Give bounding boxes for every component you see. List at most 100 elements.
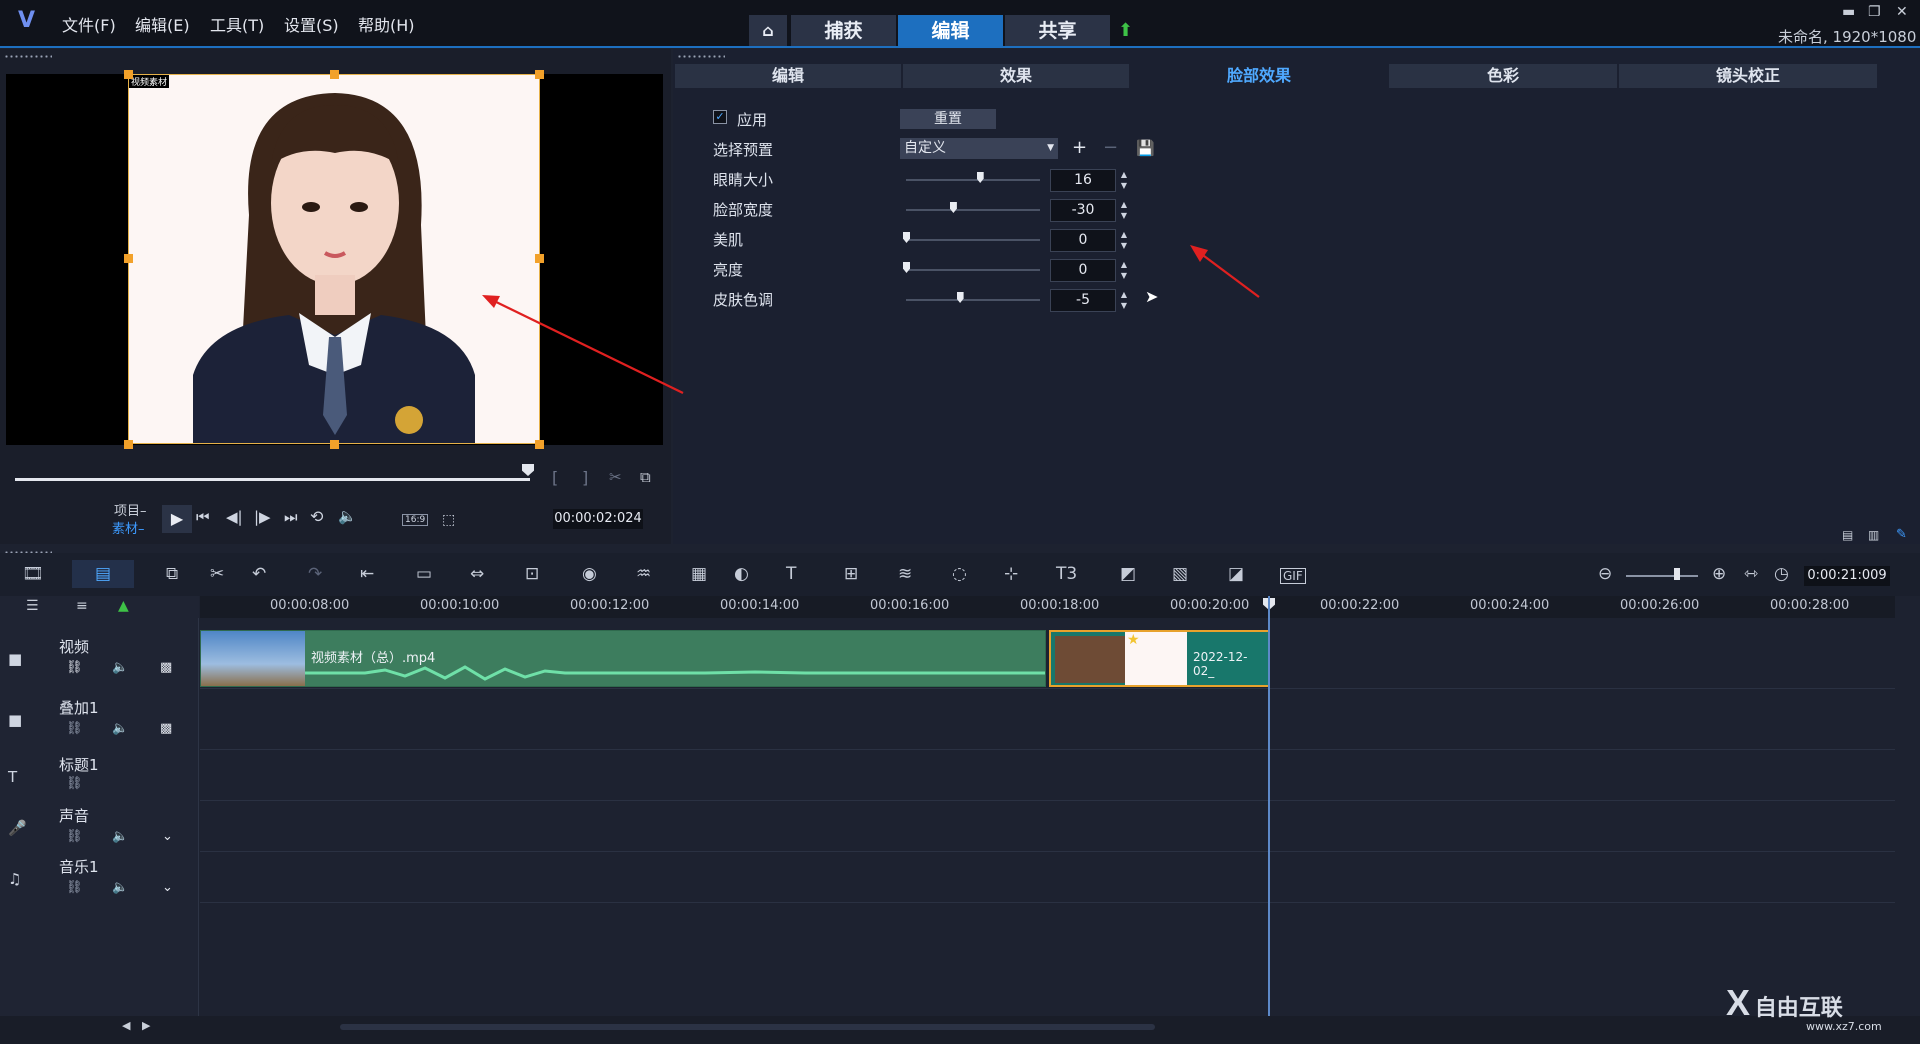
volume-icon[interactable]: 🔈 <box>338 507 357 525</box>
add-track-icon[interactable]: ▲ <box>118 598 129 614</box>
track-list-icon[interactable]: ☰ <box>26 598 39 614</box>
track-settings-icon[interactable]: ≡ <box>76 598 88 614</box>
fit-project-icon[interactable]: ⇤ <box>360 564 374 584</box>
move-icon[interactable]: ⊡ <box>525 564 539 584</box>
overlay-track-row[interactable] <box>200 689 1895 750</box>
next-frame-icon[interactable]: |▶ <box>254 508 271 526</box>
mute-icon[interactable]: 🔈 <box>112 880 128 895</box>
track-name-overlay[interactable]: 叠加1 <box>59 697 99 718</box>
tab-lens-correction[interactable]: 镜头校正 <box>1619 64 1877 88</box>
menu-file[interactable]: 文件(F) <box>62 12 116 36</box>
multicam-icon[interactable]: ▦ <box>691 564 707 584</box>
menu-edit[interactable]: 编辑(E) <box>135 12 190 36</box>
resize-handle[interactable] <box>330 70 339 79</box>
split-screen-icon[interactable]: ⊞ <box>844 564 858 584</box>
resize-handle[interactable] <box>330 440 339 449</box>
timeline-scrollbar[interactable] <box>340 1024 1155 1030</box>
home-button[interactable]: ⌂ <box>749 15 787 47</box>
track-name-music[interactable]: 音乐1 <box>59 856 99 877</box>
repeat-icon[interactable]: ⟲ <box>310 507 323 526</box>
photo-clip[interactable]: ★ 2022-12-02_ <box>1049 630 1270 687</box>
resize-handle[interactable] <box>124 254 133 263</box>
home-start-icon[interactable]: ⏮ <box>196 508 210 526</box>
face-slider-track[interactable] <box>906 209 1040 211</box>
face-value-input[interactable]: 16 <box>1050 169 1116 192</box>
mute-icon[interactable]: 🔈 <box>112 721 128 736</box>
video-clip[interactable]: 视频素材（总）.mp4 <box>200 630 1046 687</box>
copy-attributes-icon[interactable]: ⧉ <box>166 564 178 584</box>
track-name-title[interactable]: 标题1 <box>59 754 99 775</box>
face-slider-track[interactable] <box>906 179 1040 181</box>
speed-icon[interactable]: ▧ <box>1172 564 1188 584</box>
gif-icon[interactable]: GIF <box>1280 568 1306 584</box>
link-icon[interactable]: ⛓ <box>66 776 83 791</box>
grid-icon[interactable]: ▩ <box>160 660 172 675</box>
timecode-display[interactable]: 00:00:02:024 <box>553 509 643 529</box>
upload-icon[interactable]: ⬆ <box>1118 20 1133 41</box>
mute-icon[interactable]: 🔈 <box>112 829 128 844</box>
add-preset-icon[interactable]: + <box>1072 137 1087 158</box>
tab-edit[interactable]: 编辑 <box>898 15 1003 47</box>
remove-preset-icon[interactable]: − <box>1103 137 1118 158</box>
undo-icon[interactable]: ↶ <box>252 564 266 584</box>
tab-share[interactable]: 共享 <box>1005 15 1110 47</box>
crop-icon[interactable]: ⬚ <box>442 512 455 528</box>
grid-icon[interactable]: ▩ <box>160 721 172 736</box>
menu-tools[interactable]: 工具(T) <box>210 12 264 36</box>
resize-handle[interactable] <box>124 70 133 79</box>
title-3d-icon[interactable]: T3 <box>1056 564 1077 584</box>
tab-face-effects[interactable]: 脸部效果 <box>1131 64 1387 88</box>
fit-timeline-icon[interactable]: ⇿ <box>1744 564 1758 584</box>
color-grading-icon[interactable]: ◩ <box>1120 564 1136 584</box>
mute-icon[interactable]: 🔈 <box>112 660 128 675</box>
track-name-video[interactable]: 视频 <box>59 636 89 657</box>
expand-icon[interactable]: ⌄ <box>162 829 173 844</box>
scrubber-track[interactable] <box>15 478 530 481</box>
timeline-view-icon[interactable]: ▤ <box>72 560 134 588</box>
tab-capture[interactable]: 捕获 <box>791 15 896 47</box>
mark-out-icon[interactable]: ] <box>582 468 588 487</box>
face-value-input[interactable]: -30 <box>1050 199 1116 222</box>
tab-edit-sub[interactable]: 编辑 <box>675 64 901 88</box>
enlarge-icon[interactable]: ⧉ <box>640 468 651 486</box>
scroll-left-icon[interactable]: ◀ <box>122 1019 130 1032</box>
tab-color[interactable]: 色彩 <box>1389 64 1617 88</box>
resize-handle[interactable] <box>124 440 133 449</box>
resize-handle[interactable] <box>535 70 544 79</box>
play-button[interactable]: ▶ <box>162 505 192 533</box>
layout-icon-1[interactable]: ▤ <box>1842 528 1853 542</box>
clock-icon[interactable]: ◷ <box>1774 564 1789 584</box>
title-track-row[interactable] <box>200 750 1895 801</box>
preview-photo[interactable]: 视频素材 <box>128 74 540 444</box>
audio-icon[interactable]: ♒ <box>636 564 651 584</box>
panel-grip[interactable] <box>4 54 52 60</box>
menu-help[interactable]: 帮助(H) <box>358 12 415 36</box>
zoom-slider-thumb[interactable] <box>1674 568 1680 580</box>
reset-button[interactable]: 重置 <box>900 109 996 129</box>
blend-icon[interactable]: ◐ <box>734 564 749 584</box>
voice-track-row[interactable] <box>200 801 1895 852</box>
prev-frame-icon[interactable]: ◀| <box>226 508 243 526</box>
motion-icon[interactable]: ≋ <box>898 564 912 584</box>
layout-icon-2[interactable]: ▥ <box>1868 528 1879 542</box>
track-name-voice[interactable]: 声音 <box>59 805 89 826</box>
clip-mode-label[interactable]: 素材– <box>112 518 145 537</box>
split-icon[interactable]: ✂ <box>609 468 622 486</box>
link-icon[interactable]: ⛓ <box>66 829 83 844</box>
subtitle-icon[interactable]: T <box>786 564 796 584</box>
resize-handle[interactable] <box>535 440 544 449</box>
aspect-ratio-button[interactable]: 16:9 <box>402 514 429 526</box>
camera-motion-icon[interactable]: ⊹ <box>1004 564 1018 584</box>
spinner-icon[interactable]: ▲ ▼ <box>1117 199 1131 222</box>
menu-settings[interactable]: 设置(S) <box>284 12 339 36</box>
close-icon[interactable]: ✕ <box>1896 4 1908 20</box>
record-icon[interactable]: ◉ <box>582 564 597 584</box>
apply-checkbox[interactable]: ✓ <box>713 110 727 124</box>
link-icon[interactable]: ⛓ <box>66 660 83 675</box>
playhead-line[interactable] <box>1268 596 1270 1016</box>
link-icon[interactable]: ⛓ <box>66 880 83 895</box>
zoom-in-icon[interactable]: ⊕ <box>1712 564 1726 584</box>
tab-effects[interactable]: 效果 <box>903 64 1129 88</box>
mask-icon[interactable]: ◌ <box>952 564 967 584</box>
redo-icon[interactable]: ↷ <box>308 564 322 584</box>
